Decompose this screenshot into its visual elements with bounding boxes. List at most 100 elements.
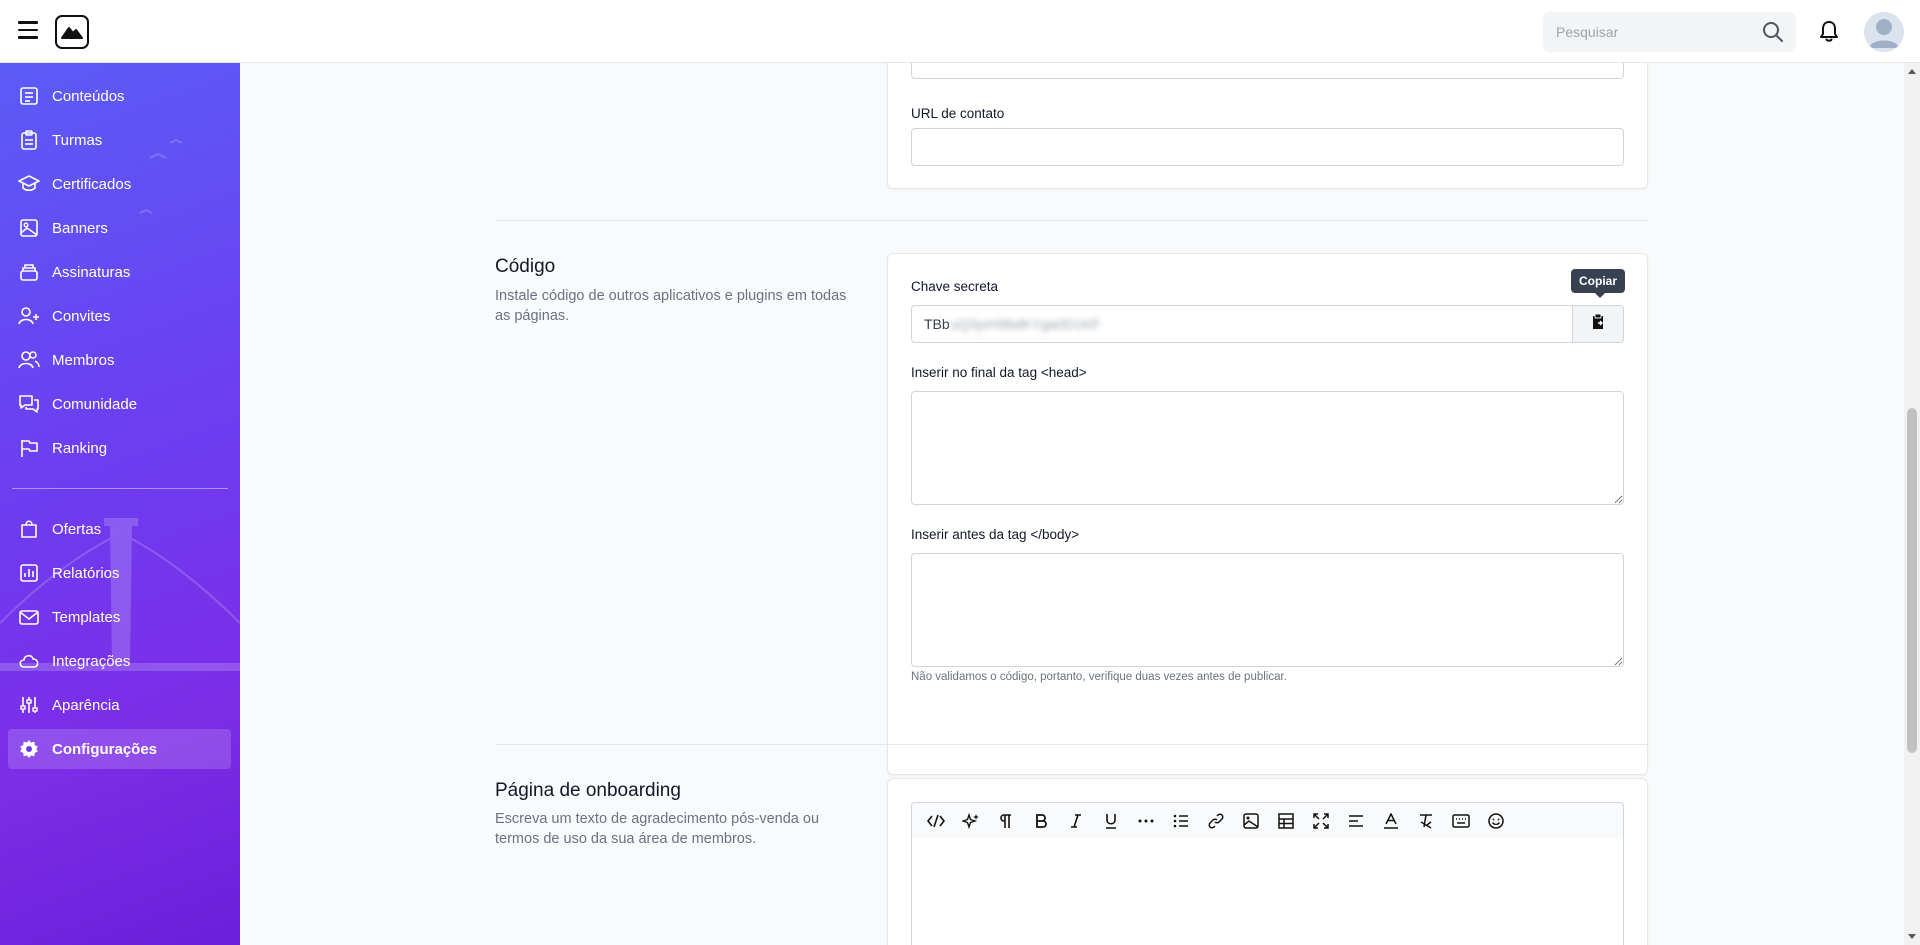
code-section-description: Instale código de outros aplicativos e p… (495, 288, 847, 324)
scroll-up-arrow-icon[interactable] (1908, 69, 1916, 74)
sliders-icon (18, 694, 40, 716)
fullscreen-icon[interactable] (1303, 806, 1338, 836)
contact-url-input[interactable] (911, 128, 1624, 166)
ai-sparkle-icon[interactable] (953, 806, 988, 836)
clipboard-icon (18, 129, 40, 151)
secret-key-hidden: uQ3yrH9bdKYga0D1KF (950, 316, 1101, 332)
sidebar: Conteúdos Turmas Certificados Banners As… (0, 63, 240, 945)
link-icon[interactable] (1198, 806, 1233, 836)
image-icon (18, 217, 40, 239)
sidebar-item-label: Comunidade (52, 395, 138, 413)
onboarding-editor-body[interactable] (911, 839, 1624, 945)
sidebar-item-banners[interactable]: Banners (8, 208, 231, 248)
sidebar-item-label: Assinaturas (52, 263, 131, 281)
secret-key-label: Chave secreta (911, 279, 999, 294)
flag-icon (18, 437, 40, 459)
body-tag-label: Inserir antes da tag </body> (911, 527, 1080, 542)
top-bar (0, 0, 1920, 63)
sidebar-divider (12, 488, 228, 489)
user-plus-icon (18, 305, 40, 327)
sidebar-item-label: Banners (52, 219, 108, 237)
sidebar-item-turmas[interactable]: Turmas (8, 120, 231, 160)
section-divider (495, 744, 1648, 745)
body-code-textarea[interactable] (911, 553, 1624, 667)
bullet-list-icon[interactable] (1163, 806, 1198, 836)
sidebar-item-label: Configurações (52, 740, 158, 758)
sidebar-item-assinaturas[interactable]: Assinaturas (8, 252, 231, 292)
sidebar-item-label: Integrações (52, 652, 131, 670)
hamburger-menu-icon[interactable] (18, 21, 38, 39)
head-tag-label: Inserir no final da tag <head> (911, 365, 1087, 380)
users-icon (18, 349, 40, 371)
onboarding-section-title: Página de onboarding (495, 780, 681, 801)
main-content: URL de contato Código Instale código de … (240, 63, 1904, 945)
clear-format-icon[interactable] (1408, 806, 1443, 836)
sidebar-item-label: Conteúdos (52, 87, 125, 105)
subscription-icon (18, 261, 40, 283)
graduation-cap-icon (18, 173, 40, 195)
sidebar-item-membros[interactable]: Membros (8, 340, 231, 380)
emoji-icon[interactable] (1478, 806, 1513, 836)
sidebar-item-label: Convites (52, 307, 111, 325)
secret-key-field: TBb uQ3yrH9bdKYga0D1KF (911, 305, 1624, 343)
sidebar-item-ranking[interactable]: Ranking (8, 428, 231, 468)
secret-key-value[interactable]: TBb uQ3yrH9bdKYga0D1KF (912, 306, 1572, 342)
sidebar-item-label: Templates (52, 608, 121, 626)
code-view-icon[interactable] (918, 806, 953, 836)
bold-icon[interactable] (1023, 806, 1058, 836)
scrollbar-thumb[interactable] (1907, 408, 1917, 753)
section-divider (495, 220, 1648, 221)
italic-icon[interactable] (1058, 806, 1093, 836)
search-box (1543, 12, 1796, 52)
notification-bell-icon[interactable] (1818, 19, 1840, 48)
app-logo[interactable] (55, 15, 89, 49)
copy-button[interactable] (1572, 306, 1623, 342)
content-icon (18, 85, 40, 107)
sidebar-item-conteudos[interactable]: Conteúdos (8, 76, 231, 116)
contact-url-label: URL de contato (911, 106, 1005, 121)
align-icon[interactable] (1338, 806, 1373, 836)
previous-input-field[interactable] (911, 63, 1624, 79)
sidebar-item-label: Ranking (52, 439, 108, 457)
copy-tooltip: Copiar (1571, 269, 1626, 298)
editor-toolbar (911, 802, 1624, 840)
gear-icon (18, 738, 40, 760)
mail-icon (18, 606, 40, 628)
scroll-down-arrow-icon[interactable] (1908, 934, 1916, 939)
sidebar-item-aparencia[interactable]: Aparência (8, 685, 231, 725)
onboarding-section-description: Escreva um texto de agradecimento pós-ve… (495, 811, 820, 847)
sidebar-item-relatorios[interactable]: Relatórios (8, 553, 231, 593)
table-icon[interactable] (1268, 806, 1303, 836)
avatar[interactable] (1864, 12, 1904, 52)
search-input[interactable] (1543, 12, 1743, 52)
secret-key-prefix: TBb (924, 316, 950, 332)
paragraph-icon[interactable] (988, 806, 1023, 836)
font-color-icon[interactable] (1373, 806, 1408, 836)
insert-image-icon[interactable] (1233, 806, 1268, 836)
code-help-text: Não validamos o código, portanto, verifi… (911, 671, 1287, 683)
keyboard-icon[interactable] (1443, 806, 1478, 836)
cloud-icon (18, 650, 40, 672)
code-section-title: Código (495, 256, 556, 277)
sidebar-item-integracoes[interactable]: Integrações (8, 641, 231, 681)
more-icon[interactable] (1128, 806, 1163, 836)
sidebar-item-label: Certificados (52, 175, 132, 193)
sidebar-item-convites[interactable]: Convites (8, 296, 231, 336)
contact-card: URL de contato (887, 63, 1648, 189)
bar-chart-icon (18, 562, 40, 584)
sidebar-item-configuracoes[interactable]: Configurações (8, 729, 231, 769)
clipboard-copy-icon (1590, 313, 1606, 336)
sidebar-item-ofertas[interactable]: Ofertas (8, 509, 231, 549)
vertical-scrollbar[interactable] (1904, 63, 1920, 945)
sidebar-item-label: Ofertas (52, 520, 102, 538)
head-code-textarea[interactable] (911, 391, 1624, 505)
sidebar-item-templates[interactable]: Templates (8, 597, 231, 637)
sidebar-item-comunidade[interactable]: Comunidade (8, 384, 231, 424)
sidebar-item-certificados[interactable]: Certificados (8, 164, 231, 204)
shopping-bag-icon (18, 518, 40, 540)
underline-icon[interactable] (1093, 806, 1128, 836)
sidebar-item-label: Aparência (52, 696, 120, 714)
sidebar-item-label: Relatórios (52, 564, 120, 582)
search-icon[interactable] (1762, 21, 1784, 48)
sidebar-item-label: Membros (52, 351, 115, 369)
